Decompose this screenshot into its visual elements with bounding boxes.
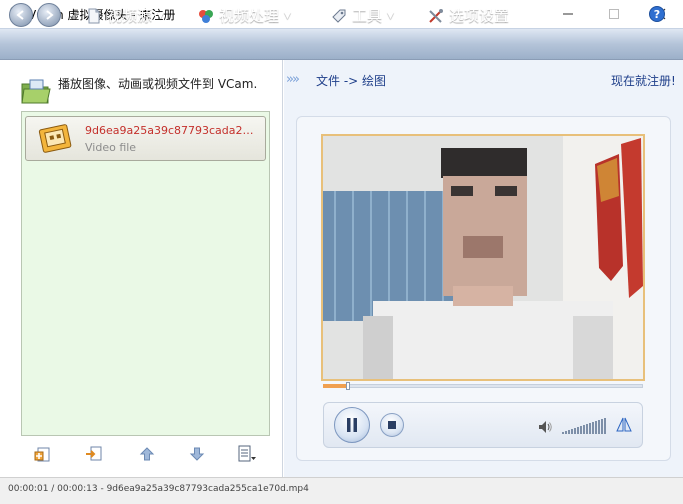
volume-bar bbox=[580, 426, 582, 434]
playlist-item-name: 9d6ea9a25a39c87793cada255c... bbox=[85, 124, 257, 137]
volume-bar bbox=[568, 430, 570, 434]
pause-button[interactable] bbox=[334, 407, 370, 443]
volume-bar bbox=[562, 432, 564, 434]
forward-button[interactable] bbox=[37, 3, 61, 27]
volume-bar bbox=[574, 428, 576, 434]
volume-bar bbox=[583, 425, 585, 434]
chevron-down-icon: ▼ bbox=[284, 10, 291, 21]
list-options-button[interactable] bbox=[237, 444, 257, 464]
help-icon[interactable]: ? bbox=[649, 6, 665, 22]
folder-icon bbox=[20, 78, 52, 106]
document-icon bbox=[86, 8, 102, 24]
volume-bar bbox=[589, 423, 591, 434]
progress-track[interactable] bbox=[323, 384, 643, 388]
insert-file-button[interactable] bbox=[84, 444, 104, 464]
minimize-button[interactable] bbox=[545, 0, 591, 28]
film-file-icon bbox=[38, 122, 74, 154]
tag-icon bbox=[331, 8, 347, 24]
breadcrumb: 文件 -> 绘图 bbox=[316, 74, 387, 88]
progress-fill bbox=[323, 384, 348, 388]
playlist-item-type: Video file bbox=[85, 141, 137, 154]
move-up-button[interactable] bbox=[137, 444, 157, 464]
maximize-button[interactable] bbox=[591, 0, 637, 28]
volume-bar bbox=[577, 427, 579, 434]
pause-icon bbox=[347, 418, 357, 432]
volume-bar bbox=[592, 422, 594, 434]
wrench-screwdriver-icon bbox=[428, 8, 444, 24]
color-palette-icon bbox=[198, 8, 214, 24]
back-button[interactable] bbox=[9, 3, 33, 27]
left-panel-header: 播放图像、动画或视频文件到 VCam. bbox=[58, 77, 258, 91]
move-down-button[interactable] bbox=[187, 444, 207, 464]
menu-options[interactable]: 选项设置 bbox=[428, 0, 509, 31]
volume-bar bbox=[565, 431, 567, 434]
video-preview bbox=[321, 134, 645, 381]
menu-video-process-label: 视频处理 bbox=[219, 7, 280, 25]
volume-bar bbox=[598, 420, 600, 434]
video-frame-image bbox=[323, 136, 643, 379]
volume-bar bbox=[586, 424, 588, 434]
status-text: 00:00:01 / 00:00:13 - 9d6ea9a25a39c87793… bbox=[8, 484, 309, 494]
progress-thumb[interactable] bbox=[346, 382, 350, 390]
menu-bar bbox=[0, 28, 683, 60]
menu-video-source-label: 视频源 bbox=[107, 7, 153, 25]
volume-bar bbox=[604, 418, 606, 434]
volume-bar bbox=[571, 429, 573, 434]
breadcrumb-arrow-icon: »» bbox=[286, 72, 300, 87]
stop-button[interactable] bbox=[380, 413, 404, 437]
mirror-icon[interactable] bbox=[615, 416, 633, 434]
stop-icon bbox=[388, 421, 396, 429]
speaker-icon[interactable] bbox=[537, 419, 553, 435]
volume-bar bbox=[601, 419, 603, 434]
volume-bar bbox=[595, 421, 597, 434]
chevron-down-icon: ▼ bbox=[157, 10, 164, 21]
volume-slider[interactable] bbox=[562, 416, 608, 434]
add-file-button[interactable] bbox=[33, 444, 53, 464]
register-link[interactable]: 现在就注册! bbox=[611, 72, 676, 89]
chevron-down-icon: ▼ bbox=[387, 10, 394, 21]
menu-video-process[interactable]: 视频处理 ▼ bbox=[198, 0, 291, 31]
menu-tools[interactable]: 工具 ▼ bbox=[331, 0, 394, 31]
menu-tools-label: 工具 bbox=[352, 7, 383, 25]
menu-options-label: 选项设置 bbox=[449, 7, 510, 25]
menu-video-source[interactable]: 视频源 ▼ bbox=[86, 0, 164, 31]
